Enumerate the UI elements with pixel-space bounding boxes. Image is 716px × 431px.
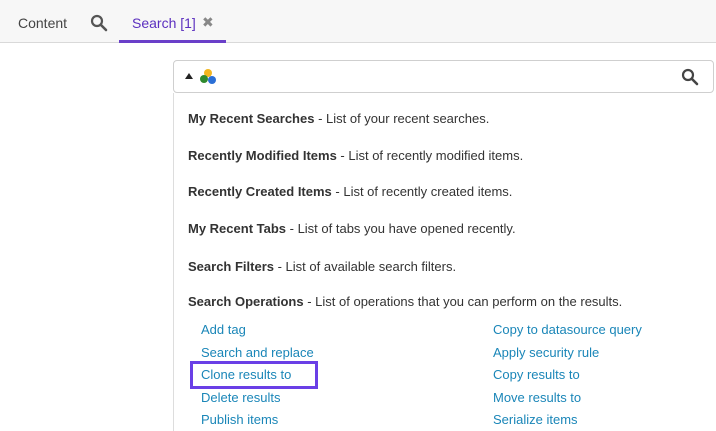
caret-up-icon[interactable] [185,73,193,79]
section-desc: - List of available search filters. [274,259,457,274]
database-icon[interactable] [199,68,217,86]
op-delete-results[interactable]: Delete results [201,390,280,405]
section-search-filters[interactable]: Search Filters - List of available searc… [188,259,456,274]
section-title: My Recent Tabs [188,221,287,236]
section-search-operations: Search Operations - List of operations t… [188,294,622,309]
search-input[interactable] [173,60,714,93]
tab-bar: Content Search [1] ✖ [0,0,716,43]
section-recent-searches[interactable]: My Recent Searches - List of your recent… [188,111,489,126]
section-title: Search Operations [188,294,304,309]
tab-search-label: Search [1] [132,15,196,31]
search-icon[interactable] [90,14,108,32]
section-desc: - List of tabs you have opened recently. [286,221,516,236]
op-add-tag[interactable]: Add tag [201,322,246,337]
tab-content[interactable]: Content [18,15,67,31]
section-recent-tabs[interactable]: My Recent Tabs - List of tabs you have o… [188,221,516,236]
section-desc: - List of recently created items. [331,184,513,199]
section-title: My Recent Searches [188,111,315,126]
search-icon[interactable] [681,68,699,86]
highlight-box [190,361,318,389]
op-publish-items[interactable]: Publish items [201,412,278,427]
tab-search[interactable]: Search [1] ✖ [119,0,226,43]
op-search-and-replace[interactable]: Search and replace [201,345,314,360]
section-desc: - List of recently modified items. [336,148,524,163]
op-copy-results-to[interactable]: Copy results to [493,367,580,382]
op-apply-security-rule[interactable]: Apply security rule [493,345,599,360]
section-desc: - List of operations that you can perfor… [303,294,623,309]
section-recently-modified[interactable]: Recently Modified Items - List of recent… [188,148,523,163]
section-title: Recently Created Items [188,184,332,199]
op-serialize-items[interactable]: Serialize items [493,412,578,427]
section-title: Recently Modified Items [188,148,337,163]
section-recently-created[interactable]: Recently Created Items - List of recentl… [188,184,512,199]
op-move-results-to[interactable]: Move results to [493,390,581,405]
section-title: Search Filters [188,259,274,274]
close-icon[interactable]: ✖ [202,14,214,31]
op-copy-to-datasource-query[interactable]: Copy to datasource query [493,322,642,337]
section-desc: - List of your recent searches. [314,111,490,126]
